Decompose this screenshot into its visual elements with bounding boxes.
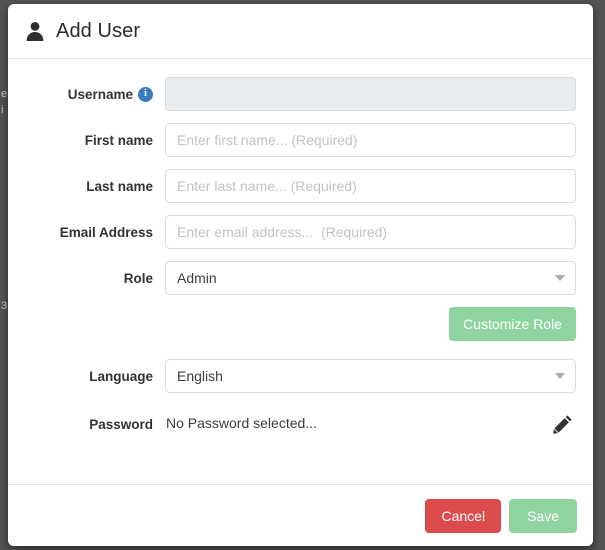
last-name-label: Last name bbox=[17, 179, 165, 194]
dialog-header: Add User bbox=[8, 4, 593, 59]
role-label: Role bbox=[17, 271, 165, 286]
form-row-email: Email Address bbox=[17, 215, 584, 249]
username-label-wrap: Username i bbox=[17, 87, 165, 102]
dialog-body: Username i First name Last name Email Ad… bbox=[8, 59, 593, 483]
customize-role-row: Customize Role bbox=[17, 307, 584, 341]
role-select[interactable]: Admin bbox=[165, 261, 576, 295]
form-row-password: Password No Password selected... bbox=[17, 407, 584, 441]
email-field[interactable] bbox=[165, 215, 576, 249]
form-row-language: Language English bbox=[17, 359, 584, 393]
password-status: No Password selected... bbox=[165, 415, 317, 431]
form-row-role: Role Admin bbox=[17, 261, 584, 295]
last-name-input[interactable] bbox=[165, 169, 576, 203]
first-name-label: First name bbox=[17, 133, 165, 148]
username-input bbox=[165, 77, 576, 111]
background-text-line: 3 bbox=[1, 300, 7, 312]
email-label: Email Address bbox=[17, 225, 165, 240]
username-control bbox=[165, 77, 584, 111]
last-name-control bbox=[165, 169, 584, 203]
save-button[interactable]: Save bbox=[509, 499, 577, 533]
username-label: Username bbox=[68, 87, 133, 102]
language-label: Language bbox=[17, 369, 165, 384]
pencil-icon[interactable] bbox=[550, 411, 576, 437]
password-control: No Password selected... bbox=[165, 415, 584, 433]
user-icon bbox=[23, 19, 47, 43]
first-name-input[interactable] bbox=[165, 123, 576, 157]
page-title: Add User bbox=[56, 20, 140, 43]
chevron-down-icon bbox=[555, 373, 565, 379]
cancel-button[interactable]: Cancel bbox=[425, 499, 501, 533]
language-selected-value: English bbox=[177, 368, 223, 384]
chevron-down-icon bbox=[555, 275, 565, 281]
role-control: Admin bbox=[165, 261, 584, 295]
customize-role-button[interactable]: Customize Role bbox=[449, 307, 576, 341]
first-name-control bbox=[165, 123, 584, 157]
add-user-dialog: Add User Username i First name Last name bbox=[8, 4, 593, 546]
info-icon[interactable]: i bbox=[138, 87, 153, 102]
form-row-last-name: Last name bbox=[17, 169, 584, 203]
form-row-username: Username i bbox=[17, 77, 584, 111]
role-selected-value: Admin bbox=[177, 270, 217, 286]
password-label: Password bbox=[17, 417, 165, 432]
email-control bbox=[165, 215, 584, 249]
language-select[interactable]: English bbox=[165, 359, 576, 393]
dialog-footer: Cancel Save bbox=[8, 484, 593, 546]
background-text-line: e bbox=[1, 88, 7, 100]
form-row-first-name: First name bbox=[17, 123, 584, 157]
language-control: English bbox=[165, 359, 584, 393]
background-text-line: i bbox=[1, 104, 7, 116]
